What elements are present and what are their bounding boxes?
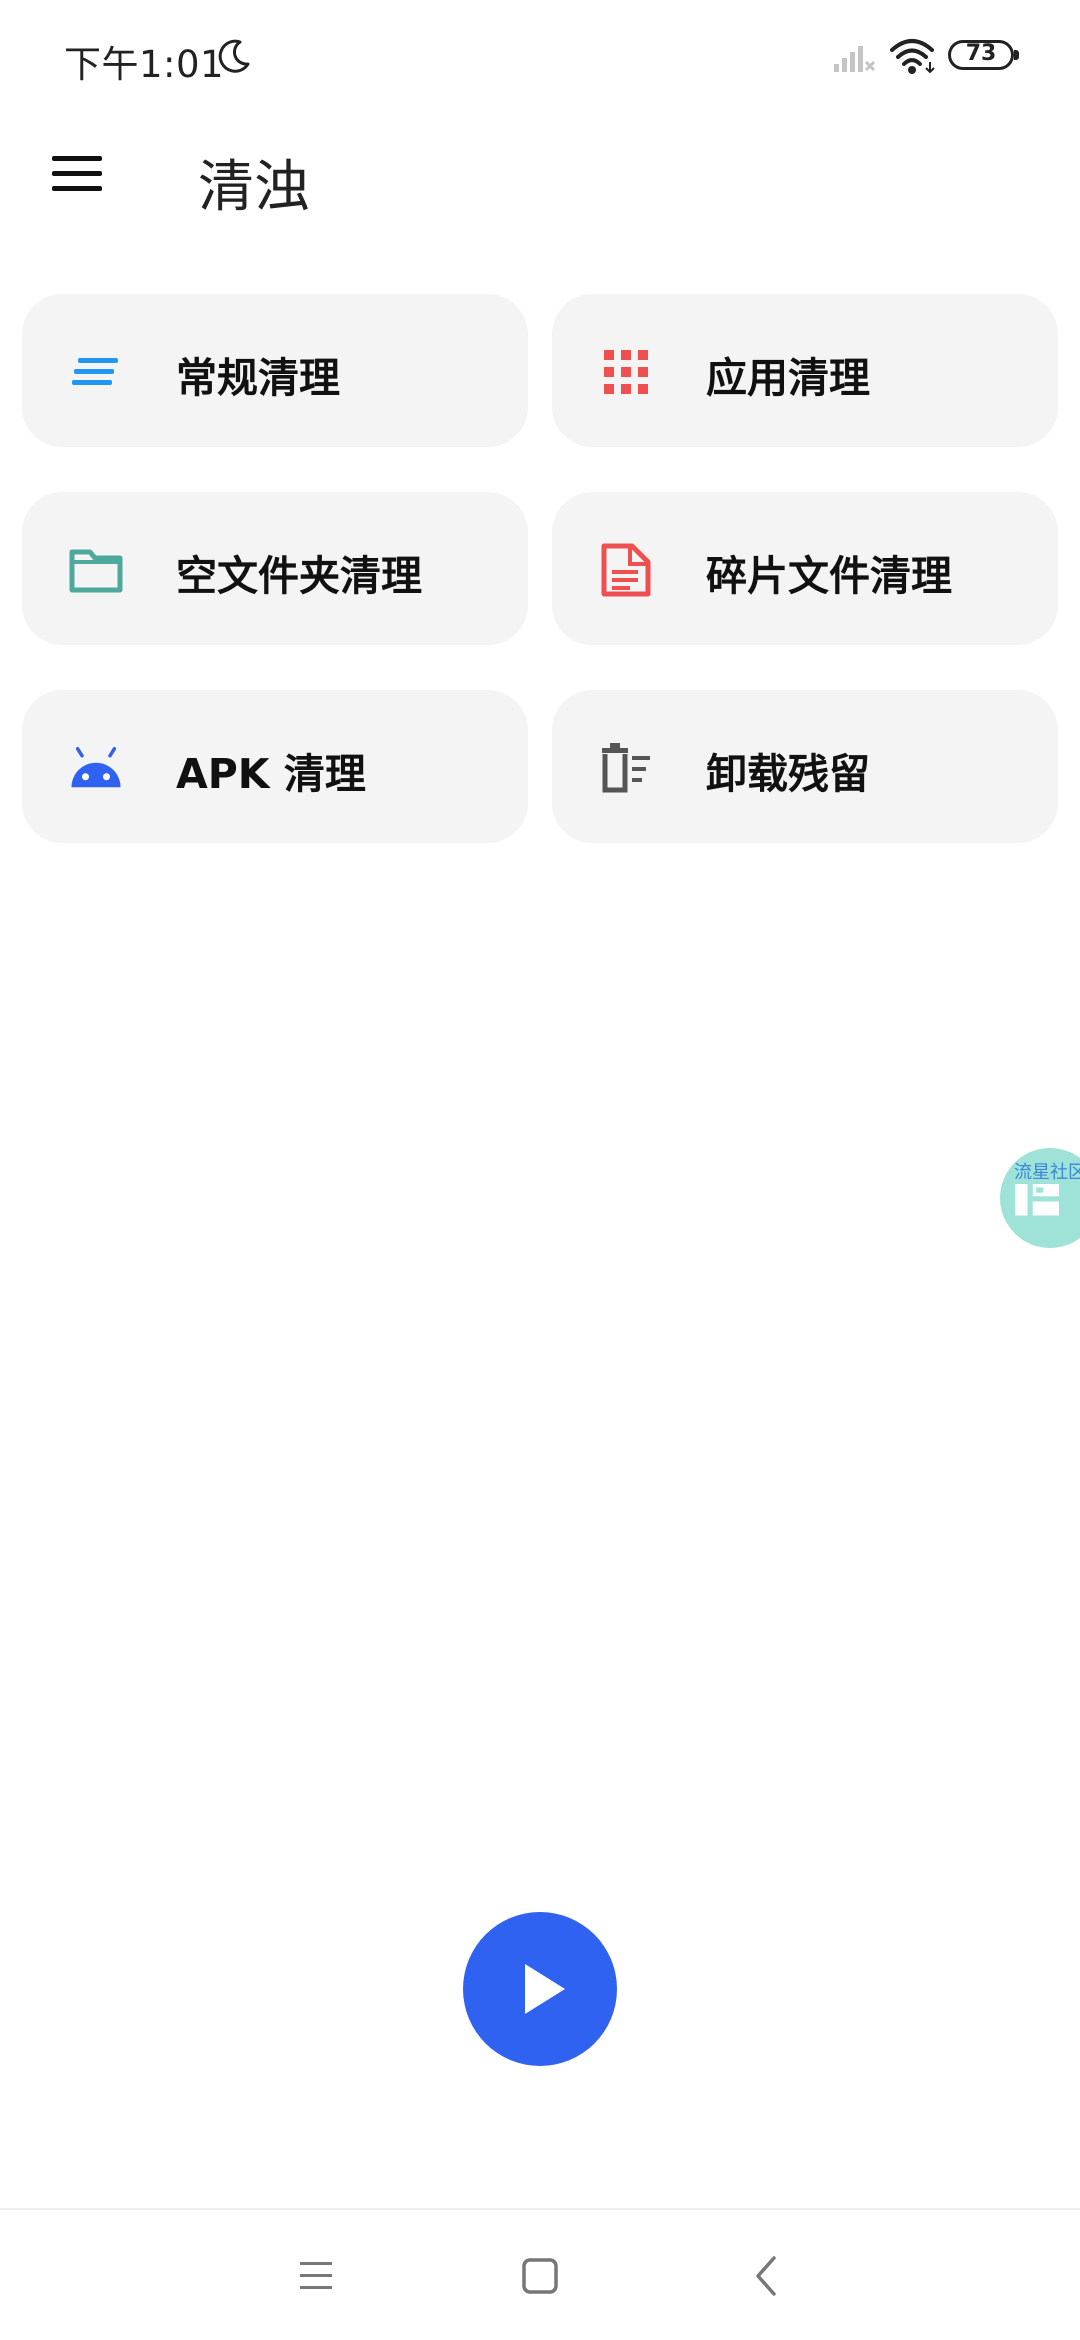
- play-icon: [525, 1964, 565, 2014]
- status-bar: 下午1:01 73: [0, 0, 1080, 116]
- card-uninstall-residue[interactable]: 卸载残留: [552, 690, 1058, 843]
- card-label: 应用清理: [706, 354, 870, 402]
- battery-level: 73: [965, 41, 997, 66]
- card-apk-cleanup[interactable]: APK 清理: [22, 690, 528, 843]
- back-icon[interactable]: [740, 2250, 792, 2302]
- card-empty-folder-cleanup[interactable]: 空文件夹清理: [22, 492, 528, 645]
- navigation-bar: [0, 2208, 1080, 2340]
- card-label: 常规清理: [176, 354, 340, 402]
- lines-icon: [72, 358, 118, 385]
- recents-icon[interactable]: [290, 2250, 342, 2302]
- trash-list-icon: [602, 743, 650, 793]
- document-icon: [601, 543, 651, 597]
- android-icon: [71, 747, 121, 788]
- start-button[interactable]: [463, 1912, 617, 2066]
- card-app-cleanup[interactable]: 应用清理: [552, 294, 1058, 447]
- card-fragment-file-cleanup[interactable]: 碎片文件清理: [552, 492, 1058, 645]
- app-bar: 清浊: [0, 116, 1080, 236]
- card-label: 卸载残留: [706, 750, 870, 798]
- screen: 下午1:01 73 清浊 常规清理 应用清理 空文件夹清理 碎片文件清理 APK…: [0, 0, 1080, 2340]
- card-regular-cleanup[interactable]: 常规清理: [22, 294, 528, 447]
- page-title: 清浊: [198, 155, 310, 220]
- bubble-logo-icon: [1015, 1184, 1059, 1216]
- card-label: 碎片文件清理: [706, 552, 952, 600]
- grid-icon: [604, 350, 648, 394]
- wifi-icon: [890, 39, 935, 74]
- moon-icon: [218, 39, 250, 73]
- menu-icon[interactable]: [50, 152, 104, 196]
- signal-icon: [834, 46, 876, 72]
- status-time: 下午1:01: [64, 43, 225, 86]
- folder-icon: [69, 549, 123, 593]
- home-icon[interactable]: [514, 2250, 566, 2302]
- floating-bubble[interactable]: 流星社区: [1000, 1148, 1080, 1248]
- battery-icon: 73: [948, 40, 1014, 70]
- card-label: 空文件夹清理: [176, 552, 422, 600]
- battery-tip: [1014, 50, 1019, 60]
- card-label: APK 清理: [176, 750, 366, 798]
